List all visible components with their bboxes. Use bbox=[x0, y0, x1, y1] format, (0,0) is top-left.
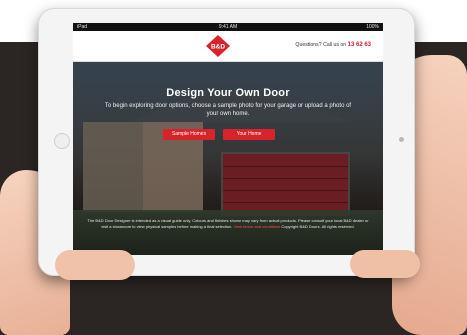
bd-logo-icon[interactable]: B&D bbox=[203, 34, 233, 58]
left-thumb-icon bbox=[55, 250, 135, 280]
terms-link[interactable]: View terms and conditions bbox=[234, 224, 281, 229]
copyright-note: Copyright B&D Doors. All rights reserved… bbox=[281, 224, 355, 229]
garage-door-image bbox=[221, 152, 350, 216]
garden-bushes bbox=[73, 210, 383, 255]
header-contact: Questions? Call us on 13 62 63 bbox=[295, 42, 371, 48]
phone-number[interactable]: 13 62 63 bbox=[348, 42, 371, 48]
home-button-icon[interactable] bbox=[54, 133, 70, 149]
sample-homes-button[interactable]: Sample Homes bbox=[163, 129, 215, 140]
status-battery: 100% bbox=[366, 24, 379, 30]
garage-panel-line bbox=[223, 178, 348, 179]
garage-panel-line bbox=[223, 190, 348, 191]
house-wall bbox=[83, 122, 143, 212]
photo-scene: iPad 9:41 AM 100% B&D Questions? Call us… bbox=[0, 0, 467, 335]
status-bar: iPad 9:41 AM 100% bbox=[73, 23, 383, 31]
hero-section: Design Your Own Door To begin exploring … bbox=[73, 62, 383, 255]
your-home-button[interactable]: Your Home bbox=[223, 129, 275, 140]
garage-panel-line bbox=[223, 202, 348, 203]
tablet-screen: iPad 9:41 AM 100% B&D Questions? Call us… bbox=[73, 23, 383, 255]
garage-panel-line bbox=[223, 166, 348, 167]
site-header: B&D Questions? Call us on 13 62 63 bbox=[73, 31, 383, 62]
hero-subtitle: To begin exploring door options, choose … bbox=[104, 103, 352, 117]
right-thumb-icon bbox=[350, 250, 420, 278]
hero-title: Design Your Own Door bbox=[166, 87, 290, 99]
logo-text: B&D bbox=[211, 44, 225, 51]
status-time: 9:41 AM bbox=[218, 24, 238, 30]
disclaimer-text: The B&D Door Designer is intended as a v… bbox=[87, 218, 369, 230]
contact-label: Questions? Call us on bbox=[295, 42, 347, 48]
camera-icon bbox=[399, 137, 404, 142]
